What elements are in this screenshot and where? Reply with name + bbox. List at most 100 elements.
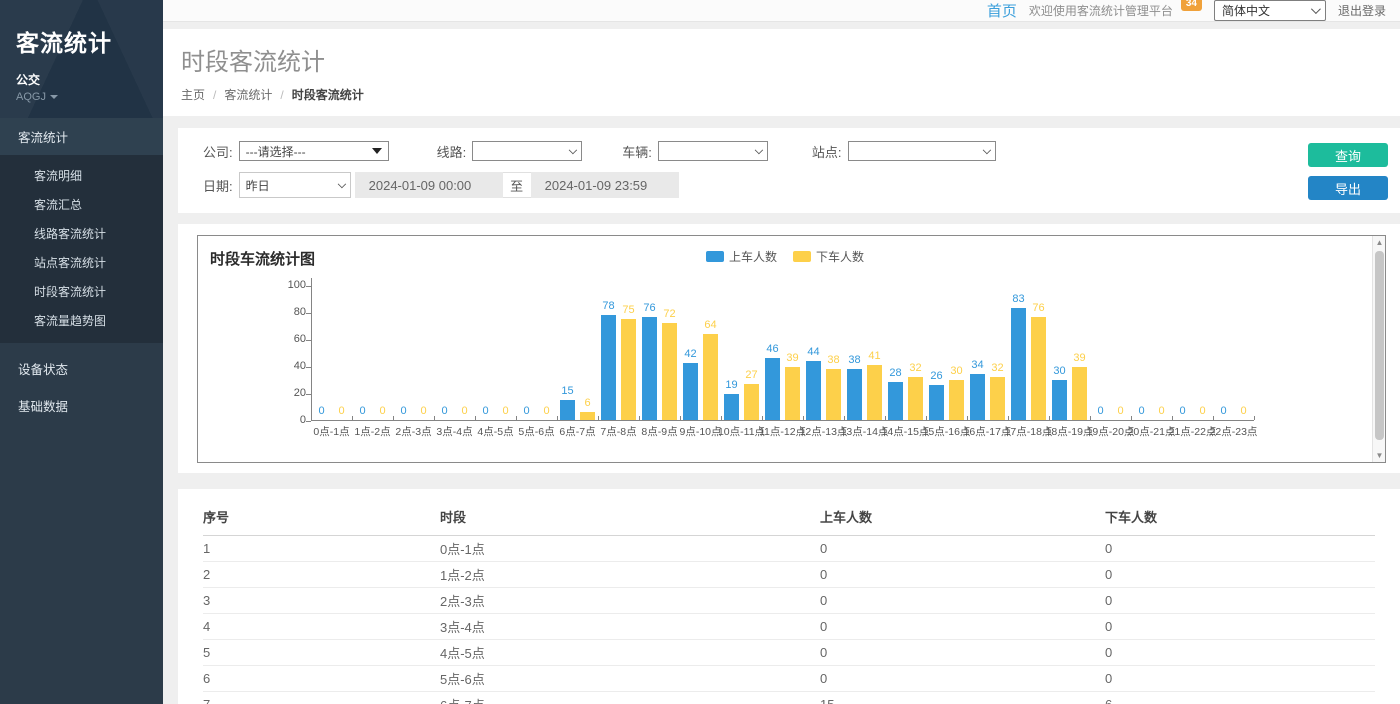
table-row[interactable]: 43点-4点00 xyxy=(203,614,1375,640)
sidebar-item-trend-chart[interactable]: 客流量趋势图 xyxy=(0,306,163,335)
table-cell: 2 xyxy=(203,562,440,588)
table-cell: 0 xyxy=(1105,666,1375,692)
chevron-down-icon xyxy=(982,145,990,153)
sidebar-item-passenger-stats[interactable]: 客流统计 xyxy=(0,118,163,155)
org-name: 公交 xyxy=(16,71,163,88)
table-row[interactable]: 21点-2点00 xyxy=(203,562,1375,588)
table-cell: 6点-7点 xyxy=(440,692,820,704)
sidebar: 客流统计 公交 AQGJ 客流统计 客流明细 客流汇总 线路客流统计 站点客流统… xyxy=(0,0,163,704)
sidebar-item-device-status[interactable]: 设备状态 xyxy=(0,350,163,387)
line-select[interactable] xyxy=(472,141,582,161)
legend-item[interactable]: 下车人数 xyxy=(793,248,864,265)
bar[interactable] xyxy=(847,369,862,420)
table-cell: 0 xyxy=(820,588,1105,614)
company-label: 公司: xyxy=(203,142,233,161)
table-cell: 7 xyxy=(203,692,440,704)
org-code-dropdown[interactable]: AQGJ xyxy=(16,91,163,103)
bar-slot: 0 xyxy=(519,286,534,420)
scroll-down-arrow-icon[interactable]: ▼ xyxy=(1373,449,1386,462)
chart-category-group: 303918点-19点 xyxy=(1049,286,1090,420)
bar[interactable] xyxy=(662,323,677,420)
table-row[interactable]: 32点-3点00 xyxy=(203,588,1375,614)
org-code-label: AQGJ xyxy=(16,91,46,103)
bar-slot: 76 xyxy=(1031,286,1046,420)
chart-category-group: 0021点-22点 xyxy=(1172,286,1213,420)
logout-link[interactable]: 退出登录 xyxy=(1338,2,1386,19)
table-cell: 0 xyxy=(1105,640,1375,666)
bar[interactable] xyxy=(744,384,759,421)
sidebar-item-base-data[interactable]: 基础数据 xyxy=(0,387,163,424)
table-cell: 0 xyxy=(820,562,1105,588)
bar[interactable] xyxy=(1052,380,1067,421)
bar-slot: 30 xyxy=(949,286,964,420)
company-select[interactable]: ---请选择--- xyxy=(239,141,389,161)
top-navbar: 首页 欢迎使用客流统计管理平台 34 简体中文 退出登录 xyxy=(163,0,1400,22)
bar-slot: 0 xyxy=(498,286,513,420)
period-stats-table: 序号 时段 上车人数 下车人数 10点-1点0021点-2点0032点-3点00… xyxy=(203,497,1375,704)
bar[interactable] xyxy=(621,319,636,420)
date-label: 日期: xyxy=(203,176,233,195)
export-button[interactable]: 导出 xyxy=(1308,176,1388,200)
chart-category-group: 263015点-16点 xyxy=(926,286,967,420)
bar[interactable] xyxy=(888,382,903,420)
bar[interactable] xyxy=(642,317,657,420)
table-row[interactable]: 54点-5点00 xyxy=(203,640,1375,666)
bar[interactable] xyxy=(703,334,718,420)
scrollbar-thumb[interactable] xyxy=(1375,251,1384,440)
bar[interactable] xyxy=(990,377,1005,420)
x-axis-label: 0点-1点 xyxy=(313,424,349,439)
legend-label: 下车人数 xyxy=(816,248,864,265)
sidebar-item-flow-summary[interactable]: 客流汇总 xyxy=(0,190,163,219)
sidebar-item-line-stats[interactable]: 线路客流统计 xyxy=(0,219,163,248)
app-root: 客流统计 公交 AQGJ 客流统计 客流明细 客流汇总 线路客流统计 站点客流统… xyxy=(0,0,1400,704)
table-row[interactable]: 10点-1点00 xyxy=(203,536,1375,562)
bar[interactable] xyxy=(1011,308,1026,420)
bar[interactable] xyxy=(908,377,923,420)
station-select[interactable] xyxy=(848,141,996,161)
vehicle-select[interactable] xyxy=(658,141,768,161)
bar[interactable] xyxy=(826,369,841,420)
date-preset-select[interactable]: 昨日 xyxy=(239,172,351,198)
home-link[interactable]: 首页 xyxy=(987,0,1017,21)
table-cell: 1点-2点 xyxy=(440,562,820,588)
breadcrumb-home[interactable]: 主页 xyxy=(181,86,205,103)
x-axis-label: 4点-5点 xyxy=(477,424,513,439)
sidebar-item-period-stats[interactable]: 时段客流统计 xyxy=(0,277,163,306)
bar[interactable] xyxy=(724,394,739,420)
bar[interactable] xyxy=(580,412,595,420)
date-to-input[interactable]: 2024-01-09 23:59 xyxy=(531,172,679,198)
table-cell: 0 xyxy=(1105,588,1375,614)
bar[interactable] xyxy=(601,315,616,420)
table-cell: 5 xyxy=(203,640,440,666)
notification-badge[interactable]: 34 xyxy=(1181,0,1202,11)
breadcrumb-section[interactable]: 客流统计 xyxy=(224,86,272,103)
legend-label: 上车人数 xyxy=(729,248,777,265)
bar-slot: 0 xyxy=(478,286,493,420)
bar[interactable] xyxy=(765,358,780,420)
legend-item[interactable]: 上车人数 xyxy=(706,248,777,265)
scroll-up-arrow-icon[interactable]: ▲ xyxy=(1373,236,1386,249)
table-row[interactable]: 76点-7点156 xyxy=(203,692,1375,704)
bar-slot: 0 xyxy=(1175,286,1190,420)
bar[interactable] xyxy=(683,363,698,420)
y-axis-tick-label: 60 xyxy=(268,333,306,345)
bar[interactable] xyxy=(806,361,821,420)
bar[interactable] xyxy=(785,367,800,420)
bar[interactable] xyxy=(949,380,964,421)
bar-slot: 76 xyxy=(642,286,657,420)
table-cell: 0 xyxy=(1105,614,1375,640)
query-button[interactable]: 查询 xyxy=(1308,143,1388,167)
bar-slot: 0 xyxy=(1134,286,1149,420)
page-title: 时段客流统计 xyxy=(181,42,1400,77)
bar[interactable] xyxy=(970,374,985,420)
date-from-input[interactable]: 2024-01-09 00:00 xyxy=(355,172,503,198)
sidebar-item-flow-detail[interactable]: 客流明细 xyxy=(0,161,163,190)
language-select[interactable]: 简体中文 xyxy=(1214,0,1326,21)
table-row[interactable]: 65点-6点00 xyxy=(203,666,1375,692)
sidebar-item-station-stats[interactable]: 站点客流统计 xyxy=(0,248,163,277)
sidebar-nav: 客流统计 客流明细 客流汇总 线路客流统计 站点客流统计 时段客流统计 客流量趋… xyxy=(0,118,163,424)
table-cell: 0 xyxy=(820,614,1105,640)
filter-row-1: 公司: ---请选择--- 线路: 车辆: 站点: xyxy=(203,141,1290,161)
bar[interactable] xyxy=(929,385,944,420)
chart-scrollbar[interactable]: ▲ ▼ xyxy=(1372,236,1385,462)
